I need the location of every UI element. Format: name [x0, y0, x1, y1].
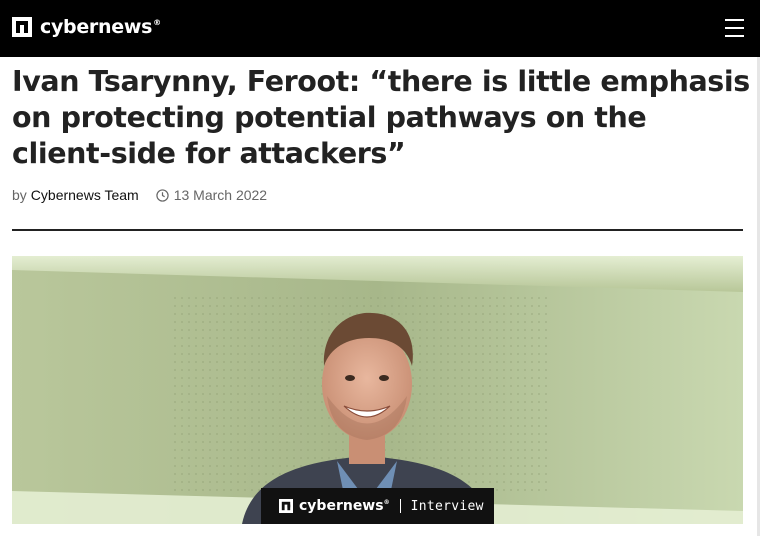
caption-separator [399, 499, 401, 513]
clock-icon [156, 188, 169, 202]
caption-label: Interview [410, 498, 484, 514]
divider [12, 229, 743, 231]
byline-prefix: by [12, 187, 27, 203]
hero-illustration [12, 256, 743, 524]
author-link[interactable]: Cybernews Team [31, 187, 139, 203]
site-logo[interactable]: cybernews® [12, 16, 161, 38]
article-title: Ivan Tsarynny, Feroot: “there is little … [12, 65, 750, 170]
hamburger-menu-icon[interactable] [725, 19, 744, 37]
publish-date: 13 March 2022 [173, 187, 268, 203]
site-header: cybernews® [0, 0, 760, 57]
cybernews-logo-icon [279, 499, 293, 513]
interview-caption-bar: cybernews® Interview [261, 488, 494, 524]
logo-text: cybernews® [40, 16, 161, 38]
caption-logo-text: cybernews® [299, 498, 390, 514]
article-meta: by Cybernews Team 13 March 2022 [12, 187, 267, 203]
hero-image [12, 256, 743, 524]
cybernews-logo-icon [12, 17, 32, 37]
